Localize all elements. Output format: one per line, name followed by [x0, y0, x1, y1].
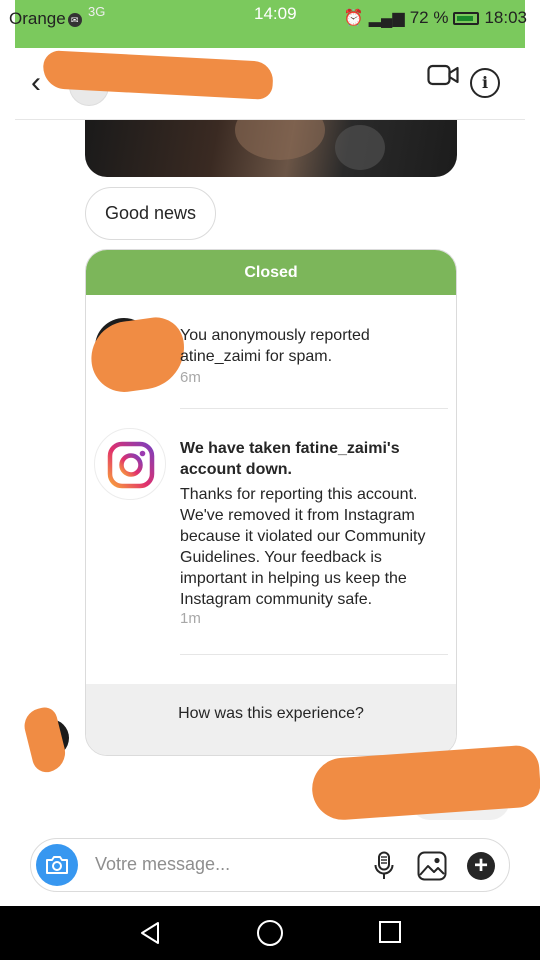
result-row: We have taken fatine_zaimi's account dow… — [86, 428, 456, 658]
status-time: 14:09 — [254, 4, 297, 23]
status-right: ⏰ ▂▄▆ 72 % 18:03 — [344, 8, 527, 28]
add-content-icon[interactable]: + — [467, 852, 495, 880]
redaction-mark — [20, 704, 70, 776]
photo-message[interactable] — [85, 120, 457, 177]
feedback-button[interactable]: How was this experience? — [86, 684, 456, 755]
battery-icon — [453, 11, 480, 25]
divider — [180, 654, 448, 655]
instagram-icon — [107, 441, 155, 489]
nav-recents-icon[interactable] — [379, 921, 401, 943]
nav-back-icon[interactable] — [138, 920, 164, 946]
camera-button[interactable] — [36, 844, 78, 886]
messenger-icon: ✉ — [67, 12, 82, 27]
nav-home-icon[interactable] — [257, 920, 283, 946]
status-time-right: 18:03 — [484, 8, 527, 27]
microphone-icon[interactable] — [373, 851, 395, 881]
gallery-icon[interactable] — [417, 851, 447, 881]
result-title: We have taken fatine_zaimi's account dow… — [180, 440, 400, 478]
photo-detail — [335, 125, 385, 170]
report-status-header: Closed — [86, 250, 456, 295]
carrier-label: Orange ✉ — [9, 9, 82, 29]
carrier-name: Orange — [9, 9, 66, 28]
status-row: Orange ✉ 3G 14:09 ⏰ ▂▄▆ 72 % 18:03 — [9, 0, 527, 36]
info-icon[interactable]: i — [470, 68, 500, 98]
system-nav-bar — [0, 906, 540, 960]
report-timestamp: 6m — [180, 369, 201, 386]
network-type: 3G — [88, 4, 106, 19]
message-composer: Votre message... + — [30, 838, 510, 892]
status-bar: Orange ✉ 3G 14:09 ⏰ ▂▄▆ 72 % 18:03 — [9, 0, 527, 48]
alarm-icon: ⏰ — [343, 10, 364, 27]
report-status-card: Closed You anonymously reported atine_za… — [85, 249, 457, 756]
report-line: You anonymously reported atine_zaimi for… — [180, 327, 370, 365]
camera-icon — [46, 856, 68, 874]
result-body: Thanks for reporting this account. We've… — [180, 486, 426, 608]
divider — [180, 408, 448, 409]
message-input[interactable]: Votre message... — [95, 854, 230, 875]
battery-percent: 72 % — [409, 8, 449, 27]
chat-header: ‹ i — [15, 48, 525, 120]
back-chevron-icon[interactable]: ‹ — [31, 68, 41, 98]
photo-detail — [235, 120, 325, 160]
instagram-logo-avatar — [94, 428, 166, 500]
report-text: You anonymously reported atine_zaimi for… — [180, 325, 440, 388]
report-row: You anonymously reported atine_zaimi for… — [86, 295, 456, 408]
message-bubble[interactable]: Good news — [85, 187, 217, 240]
video-call-icon[interactable] — [427, 63, 459, 87]
signal-icon: ▂▄▆ — [368, 10, 405, 27]
result-timestamp: 1m — [180, 610, 201, 627]
